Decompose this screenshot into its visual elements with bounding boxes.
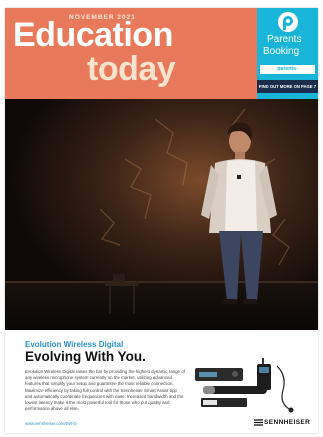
- advert-headline: Evolving With You.: [25, 349, 146, 364]
- masthead: NOVEMBER 2021 Education today: [5, 8, 257, 99]
- sennheiser-logo-icon: [254, 419, 263, 426]
- sennheiser-brand: SENNHEISER: [264, 419, 311, 426]
- advert-link[interactable]: www.sennheiser.com/EW-D: [25, 421, 77, 426]
- wireless-microphone-products-image: [195, 358, 294, 413]
- magazine-cover: NOVEMBER 2021 Education today Parents Bo…: [5, 8, 318, 433]
- parents-booking-cta[interactable]: FIND OUT MORE ON PAGE 7: [257, 80, 318, 93]
- advert-kicker: Evolution Wireless Digital: [25, 340, 124, 349]
- magazine-title-education: Education: [13, 16, 173, 54]
- advert-body: Evolution Wireless Digital raises the ba…: [25, 369, 185, 412]
- parents-booking-ad[interactable]: Parents Booking parents-booking.co.uk FI…: [257, 8, 318, 99]
- parents-booking-logo-icon: [278, 12, 298, 32]
- magazine-title-today: today: [87, 50, 176, 88]
- parents-booking-name-line1: Parents: [267, 34, 302, 45]
- parents-booking-name-line2: Booking: [263, 46, 300, 57]
- parents-booking-url[interactable]: parents-booking.co.uk: [260, 65, 315, 81]
- cover-photo: [5, 99, 318, 330]
- speaker-on-stage-illustration: [5, 99, 318, 330]
- sennheiser-advert: Evolution Wireless Digital Evolving With…: [5, 330, 318, 433]
